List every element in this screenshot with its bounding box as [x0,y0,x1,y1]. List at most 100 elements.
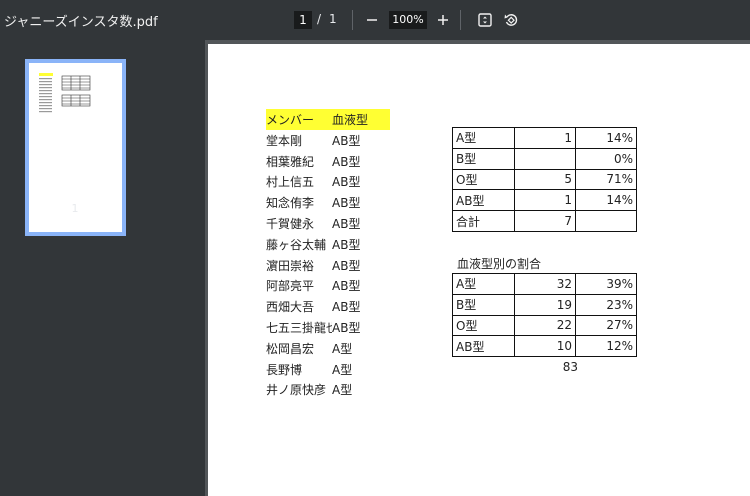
table-cell-type: B型 [452,147,515,170]
document-title: ジャニーズインスタ数.pdf [4,15,158,30]
member-blood-type: AB型 [332,258,361,273]
member-blood-type: AB型 [332,237,361,252]
member-name: 村上信五 [266,175,315,190]
member-name: 濵田崇裕 [266,258,315,273]
pdf-toolbar: ジャニーズインスタ数.pdf 1 / 1 100% [0,0,750,40]
zoom-out-button[interactable] [360,8,384,32]
member-name: 相葉雅紀 [266,154,315,169]
fit-page-button[interactable] [473,8,497,32]
table-cell-count: 1 [514,127,576,149]
table-cell-type: A型 [452,127,515,149]
table-cell-type: AB型 [452,189,515,212]
member-row: 千賀健永 AB型 [266,213,396,234]
member-row: 松岡昌宏 A型 [266,338,396,359]
member-row: 村上信五 AB型 [266,171,396,192]
table-row: 合計 7 [452,210,637,232]
member-blood-type: AB型 [332,216,361,231]
table-row: A型 1 14% [452,127,637,149]
table-cell-percent: 14% [575,127,637,149]
table-cell-type: O型 [452,314,515,337]
member-name: 阿部亮平 [266,279,315,294]
table-row: B型 19 23% [452,293,637,316]
member-blood-type: A型 [332,362,353,377]
member-name: 長野博 [266,362,303,377]
member-row: 長野博 A型 [266,359,396,380]
member-row: 堂本剛 AB型 [266,130,396,151]
page-separator: / [317,12,322,26]
member-name: 松岡昌宏 [266,341,315,356]
table-cell-percent: 27% [575,314,637,337]
table-cell-count [514,147,576,170]
member-name: 藤ヶ谷太輔 [266,237,327,252]
member-name: 西畑大吾 [266,300,315,315]
member-blood-type: AB型 [332,133,361,148]
header-blood-type: 血液型 [332,113,369,127]
member-name: 堂本剛 [266,133,303,148]
table-cell-count: 19 [514,293,576,316]
header-member: メンバー [266,113,315,127]
table-cell-type: B型 [452,293,515,316]
table-cell-percent: 39% [575,273,637,295]
pdf-page: メンバー 血液型 堂本剛 AB型 相葉雅紀 AB型 村上信五 AB型 知念侑李 AB型 … [208,44,750,496]
table-row: AB型 1 14% [452,189,637,212]
plus-icon [438,15,448,25]
table-row: B型 0% [452,147,637,170]
table-cell-percent: 14% [575,189,637,212]
table-cell-count: 5 [514,168,576,191]
thumbnail-sidebar: 1 [0,40,205,496]
member-blood-type: A型 [332,383,353,398]
fit-page-icon [478,13,492,27]
zoom-in-button[interactable] [431,8,455,32]
rotate-button[interactable] [499,8,523,32]
document-viewer[interactable]: メンバー 血液型 堂本剛 AB型 相葉雅紀 AB型 村上信五 AB型 知念侑李 AB型 … [205,40,750,496]
member-blood-type: AB型 [332,175,361,190]
member-list: メンバー 血液型 堂本剛 AB型 相葉雅紀 AB型 村上信五 AB型 知念侑李 AB型 … [266,109,396,400]
table-cell-percent: 23% [575,293,637,316]
minus-icon [367,19,377,21]
member-blood-type: AB型 [332,320,361,335]
member-blood-type: AB型 [332,279,361,294]
ratio-table-total: 83 [562,360,578,374]
table-cell-count: 10 [514,335,576,358]
table-cell-type: O型 [452,168,515,191]
table-cell-type: 合計 [452,210,515,232]
table-cell-count: 22 [514,314,576,337]
rotate-icon [504,14,518,26]
member-row: 知念侑李 AB型 [266,192,396,213]
toolbar-divider [352,10,353,30]
member-row: 濵田崇裕 AB型 [266,255,396,276]
page-total: 1 [329,12,337,26]
table-cell-count: 32 [514,273,576,295]
table-cell-percent: 12% [575,335,637,358]
member-name: 知念侑李 [266,196,315,211]
member-blood-type: A型 [332,341,353,356]
zoom-input[interactable]: 100% [389,11,427,29]
table-cell-percent: 0% [575,147,637,170]
blood-type-ratio-table: A型 32 39% B型 19 23% O型 22 27% AB型 10 12% [452,273,637,358]
toolbar-divider [460,10,461,30]
table-cell-type: A型 [452,273,515,295]
ratio-table-caption: 血液型別の割合 [457,257,542,271]
member-list-header: メンバー 血液型 [266,109,390,130]
blood-type-count-table: A型 1 14% B型 0% O型 5 71% AB型 1 14% 合計 7 [452,127,637,232]
table-row: O型 22 27% [452,314,637,337]
member-blood-type: AB型 [332,154,361,169]
table-cell-percent [575,210,637,232]
member-row: 相葉雅紀 AB型 [266,151,396,172]
member-row: 阿部亮平 AB型 [266,275,396,296]
table-cell-type: AB型 [452,335,515,358]
table-cell-count: 1 [514,189,576,212]
table-cell-percent: 71% [575,168,637,191]
member-blood-type: AB型 [332,196,361,211]
page-number-input[interactable]: 1 [294,11,312,29]
table-cell-count: 7 [514,210,576,232]
member-name: 七五三掛龍也 [266,320,332,335]
table-row: O型 5 71% [452,168,637,191]
member-row: 西畑大吾 AB型 [266,296,396,317]
table-row: A型 32 39% [452,273,637,295]
thumbnail-page-number: 1 [71,202,79,215]
member-row: 井ノ原快彦 A型 [266,379,396,400]
member-row: 七五三掛龍也 AB型 [266,317,396,338]
member-row: 藤ヶ谷太輔 AB型 [266,234,396,255]
member-name: 井ノ原快彦 [266,383,327,398]
